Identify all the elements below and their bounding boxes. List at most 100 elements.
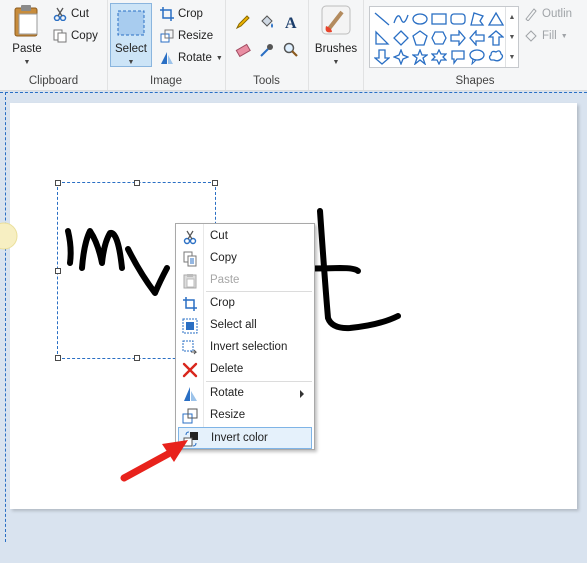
clipboard-group-label: Clipboard — [28, 75, 79, 87]
scissors-icon — [183, 230, 197, 245]
oval-shape-icon[interactable] — [410, 9, 429, 28]
pencil-icon[interactable] — [233, 12, 253, 32]
resize-label: Resize — [178, 30, 214, 42]
triangle-shape-icon[interactable] — [486, 9, 505, 28]
text-icon[interactable]: A — [281, 12, 301, 32]
rectangle-shape-icon[interactable] — [429, 9, 448, 28]
shapes-group: ▲ ▼ ▼ Outlin Fill ▼ Shapes — [363, 0, 587, 90]
color-picker-icon[interactable] — [257, 40, 277, 60]
resize-button[interactable]: Resize — [157, 26, 216, 46]
cloud-callout-shape-icon[interactable] — [486, 47, 505, 66]
copy-button[interactable]: Copy — [50, 26, 101, 46]
four-point-star-shape-icon[interactable] — [391, 47, 410, 66]
diamond-shape-icon[interactable] — [391, 28, 410, 47]
menu-item-resize[interactable]: Resize — [178, 405, 312, 427]
oval-callout-shape-icon[interactable] — [467, 47, 486, 66]
menu-item-label: Cut — [210, 230, 228, 242]
rounded-rectangle-shape-icon[interactable] — [448, 9, 467, 28]
arrow-left-shape-icon[interactable] — [467, 28, 486, 47]
image-group-label: Image — [150, 75, 182, 87]
resize-icon — [182, 408, 198, 424]
menu-item-rotate[interactable]: Rotate — [178, 383, 312, 405]
top-guide-line — [0, 92, 587, 93]
six-point-star-shape-icon[interactable] — [429, 47, 448, 66]
pentagon-shape-icon[interactable] — [410, 28, 429, 47]
paste-label: Paste — [12, 43, 42, 55]
menu-item-crop[interactable]: Crop — [178, 293, 312, 315]
select-label: Select — [115, 43, 147, 55]
magnifier-icon[interactable] — [281, 40, 301, 60]
paste-button[interactable]: Paste ▼ — [6, 4, 48, 67]
menu-item-label: Rotate — [210, 387, 244, 399]
select-dropdown-icon[interactable]: ▼ — [128, 59, 135, 66]
brushes-dropdown-icon[interactable]: ▼ — [333, 59, 340, 66]
fill-bucket-icon[interactable] — [257, 12, 277, 32]
cut-label: Cut — [71, 8, 89, 20]
fill-dropdown-icon[interactable]: ▼ — [561, 33, 568, 40]
crop-icon — [160, 7, 174, 21]
delete-icon — [182, 362, 198, 378]
menu-item-label: Crop — [210, 297, 235, 309]
paste-dropdown-icon[interactable]: ▼ — [24, 59, 31, 66]
menu-item-delete[interactable]: Delete — [178, 359, 312, 381]
red-arrow-annotation — [120, 440, 188, 482]
eraser-icon[interactable] — [233, 40, 253, 60]
resize-handle-top-left[interactable] — [55, 180, 61, 186]
brush-icon — [321, 5, 351, 35]
menu-item-cut[interactable]: Cut — [178, 226, 312, 248]
rotate-label: Rotate — [178, 52, 212, 64]
menu-item-label: Invert selection — [210, 341, 288, 353]
sun-icon — [0, 222, 18, 250]
resize-handle-top[interactable] — [134, 180, 140, 186]
menu-item-copy[interactable]: Copy — [178, 248, 312, 270]
menu-item-label: Resize — [210, 409, 246, 421]
brushes-button[interactable]: Brushes ▼ — [312, 4, 360, 67]
line-shape-icon[interactable] — [372, 9, 391, 28]
scroll-down-icon[interactable]: ▼ — [509, 34, 516, 41]
rounded-callout-shape-icon[interactable] — [448, 47, 467, 66]
arrow-right-shape-icon[interactable] — [448, 28, 467, 47]
menu-separator — [206, 381, 312, 382]
polygon-shape-icon[interactable] — [467, 9, 486, 28]
fill-label: Fill — [542, 30, 557, 42]
arrow-down-shape-icon[interactable] — [372, 47, 391, 66]
resize-handle-left[interactable] — [55, 268, 61, 274]
menu-item-label: Select all — [210, 319, 257, 331]
expand-gallery-icon[interactable]: ▼ — [509, 54, 516, 61]
fill-button[interactable]: Fill ▼ — [521, 26, 571, 46]
arrow-up-shape-icon[interactable] — [486, 28, 505, 47]
tools-group-label: Tools — [253, 75, 280, 87]
cut-button[interactable]: Cut — [50, 4, 92, 24]
crop-button[interactable]: Crop — [157, 4, 206, 24]
right-triangle-shape-icon[interactable] — [372, 28, 391, 47]
select-all-icon — [182, 318, 198, 334]
shapes-group-label: Shapes — [455, 75, 495, 87]
resize-handle-bottom-left[interactable] — [55, 355, 61, 361]
menu-item-label: Delete — [210, 363, 244, 375]
resize-handle-bottom[interactable] — [134, 355, 140, 361]
menu-item-select-all[interactable]: Select all — [178, 315, 312, 337]
ribbon: Paste ▼ Cut Copy Clipboard Select ▼ Crop… — [0, 0, 587, 91]
outline-icon — [525, 8, 537, 21]
menu-item-invert-selection[interactable]: Invert selection — [178, 337, 312, 359]
rotate-icon — [161, 52, 173, 64]
select-rectangle-icon — [117, 10, 145, 36]
curve-shape-icon[interactable] — [391, 9, 410, 28]
menu-item-invert-color[interactable]: Invert color — [178, 427, 312, 449]
shapes-scrollbar[interactable]: ▲ ▼ ▼ — [505, 7, 518, 67]
svg-text:A: A — [285, 15, 297, 30]
resize-handle-top-right[interactable] — [212, 180, 218, 186]
submenu-arrow-icon — [300, 390, 304, 398]
scissors-icon — [53, 7, 67, 21]
rotate-icon — [184, 387, 197, 401]
outline-button[interactable]: Outlin — [521, 4, 575, 24]
rotate-dropdown-icon[interactable]: ▼ — [216, 55, 223, 62]
copy-label: Copy — [71, 30, 98, 42]
clipboard-group: Paste ▼ Cut Copy Clipboard — [0, 0, 108, 90]
select-button[interactable]: Select ▼ — [110, 3, 152, 67]
menu-item-paste[interactable]: Paste — [178, 270, 312, 292]
hexagon-shape-icon[interactable] — [429, 28, 448, 47]
five-point-star-shape-icon[interactable] — [410, 47, 429, 66]
scroll-up-icon[interactable]: ▲ — [509, 14, 516, 21]
rotate-button[interactable]: Rotate ▼ — [157, 48, 226, 68]
